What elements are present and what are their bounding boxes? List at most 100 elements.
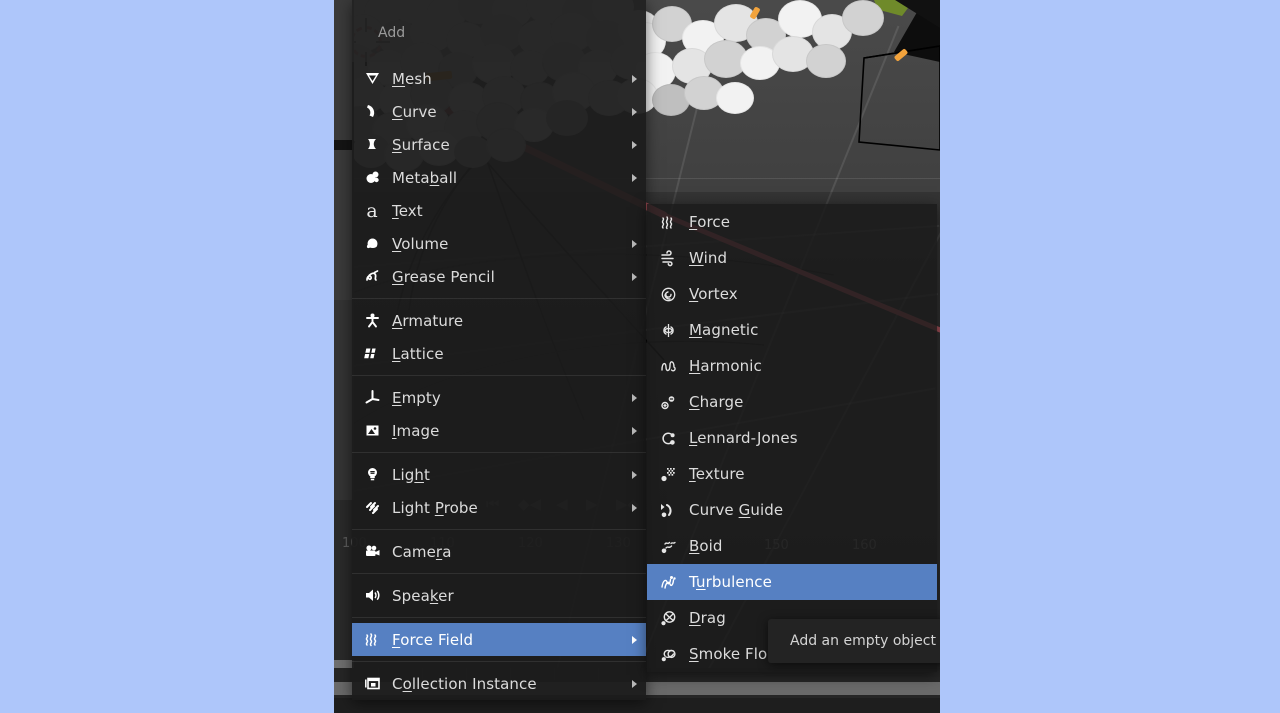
submenu-item-turbulence[interactable]: Turbulence xyxy=(647,564,937,600)
dopesheet-footer xyxy=(334,698,940,713)
menu-item-light-probe[interactable]: Light Probe xyxy=(352,491,646,524)
menu-item-label: Speaker xyxy=(392,586,454,605)
blender-window: 100 110 120 130 150 160 ⏮ ◆◀ ◀ ▶ ▶◆ xyxy=(334,0,940,713)
add-menu[interactable]: Add Mesh Curve Surface Metaball a Text V… xyxy=(352,0,646,700)
menu-item-label: Volume xyxy=(392,234,449,253)
curve-guide-icon xyxy=(647,502,689,519)
light-probe-icon xyxy=(352,499,392,516)
submenu-item-harmonic[interactable]: Harmonic xyxy=(647,348,937,384)
lattice-icon xyxy=(352,345,392,362)
cloud-blob xyxy=(806,44,846,78)
edge-seg xyxy=(334,140,354,150)
add-menu-title: Add xyxy=(378,25,406,41)
submenu-item-label: Magnetic xyxy=(689,321,759,339)
menu-item-armature[interactable]: Armature xyxy=(352,304,646,337)
submenu-item-label: Wind xyxy=(689,249,728,267)
submenu-item-label: Drag xyxy=(689,609,726,627)
force-field-submenu[interactable]: Force Wind Vortex Magnetic Harmonic Char… xyxy=(647,204,937,672)
submenu-item-boid[interactable]: Boid xyxy=(647,528,937,564)
submenu-item-charge[interactable]: Charge xyxy=(647,384,937,420)
screenshot-stage: 100 110 120 130 150 160 ⏮ ◆◀ ◀ ▶ ▶◆ xyxy=(0,0,1280,713)
submenu-item-texture[interactable]: Texture xyxy=(647,456,937,492)
charge-icon xyxy=(647,394,689,411)
menu-item-label: Light xyxy=(392,465,430,484)
wind-icon xyxy=(647,249,689,267)
vortex-icon xyxy=(647,286,689,303)
chevron-right-icon xyxy=(632,426,637,435)
smoke-flow-icon xyxy=(647,646,689,663)
menu-item-collection-instance[interactable]: Collection Instance xyxy=(352,667,646,700)
menu-item-curve[interactable]: Curve xyxy=(352,95,646,128)
menu-item-lattice[interactable]: Lattice xyxy=(352,337,646,370)
submenu-item-lennard-jones[interactable]: Lennard-Jones xyxy=(647,420,937,456)
menu-item-label: Camera xyxy=(392,542,452,561)
submenu-item-curve-guide[interactable]: Curve Guide xyxy=(647,492,937,528)
menu-item-light[interactable]: Light xyxy=(352,458,646,491)
image-icon xyxy=(352,422,392,439)
text-icon: a xyxy=(366,199,378,222)
volume-icon xyxy=(352,235,392,252)
submenu-item-label: Curve Guide xyxy=(689,501,784,519)
submenu-item-label: Vortex xyxy=(689,285,738,303)
chevron-right-icon xyxy=(632,140,637,149)
submenu-item-label: Charge xyxy=(689,393,744,411)
surface-icon xyxy=(352,136,392,153)
chevron-right-icon xyxy=(632,679,637,688)
force-icon xyxy=(647,214,689,231)
chevron-right-icon xyxy=(632,74,637,83)
menu-item-text[interactable]: a Text xyxy=(352,194,646,227)
add-menu-header: Add xyxy=(352,0,646,62)
speaker-icon xyxy=(352,587,392,604)
camera-icon xyxy=(352,543,392,560)
chevron-right-icon xyxy=(632,107,637,116)
submenu-item-magnetic[interactable]: Magnetic xyxy=(647,312,937,348)
menu-item-force-field[interactable]: Force Field xyxy=(352,623,646,656)
menu-item-camera[interactable]: Camera xyxy=(352,535,646,568)
menu-item-label: Text xyxy=(392,201,423,220)
menu-item-mesh[interactable]: Mesh xyxy=(352,62,646,95)
menu-item-label: Mesh xyxy=(392,69,432,88)
menu-item-label: Image xyxy=(392,421,440,440)
menu-item-label: Lattice xyxy=(392,344,444,363)
menu-item-grease-pencil[interactable]: Grease Pencil xyxy=(352,260,646,293)
collection-instance-icon xyxy=(352,675,392,692)
boid-icon xyxy=(647,538,689,555)
menu-separator xyxy=(352,452,646,453)
edge-seg xyxy=(334,0,354,300)
menu-item-label: Light Probe xyxy=(392,498,478,517)
menu-item-label: Grease Pencil xyxy=(392,267,495,286)
menu-item-label: Force Field xyxy=(392,630,474,649)
force-field-icon xyxy=(352,631,392,648)
menu-item-empty[interactable]: Empty xyxy=(352,381,646,414)
submenu-item-force[interactable]: Force xyxy=(647,204,937,240)
menu-item-speaker[interactable]: Speaker xyxy=(352,579,646,612)
menu-item-surface[interactable]: Surface xyxy=(352,128,646,161)
menu-item-volume[interactable]: Volume xyxy=(352,227,646,260)
edge-seg xyxy=(334,300,354,500)
submenu-item-label: Lennard-Jones xyxy=(689,429,798,447)
submenu-item-label: Force xyxy=(689,213,731,231)
submenu-item-label: Turbulence xyxy=(689,573,772,591)
submenu-item-wind[interactable]: Wind xyxy=(647,240,937,276)
menu-item-metaball[interactable]: Metaball xyxy=(352,161,646,194)
chevron-right-icon xyxy=(632,503,637,512)
chevron-right-icon xyxy=(632,393,637,402)
mesh-icon xyxy=(352,70,392,87)
submenu-item-vortex[interactable]: Vortex xyxy=(647,276,937,312)
submenu-item-label: Harmonic xyxy=(689,357,762,375)
metaball-icon xyxy=(352,169,392,186)
tooltip-text: Add an empty object xyxy=(790,633,936,649)
cloud-blob xyxy=(716,82,754,114)
harmonic-icon xyxy=(647,358,689,375)
texture-icon xyxy=(647,466,689,483)
drag-icon xyxy=(647,610,689,627)
chevron-right-icon xyxy=(632,173,637,182)
menu-separator xyxy=(352,529,646,530)
menu-separator xyxy=(352,573,646,574)
chevron-right-icon xyxy=(632,635,637,644)
menu-separator xyxy=(352,298,646,299)
light-bulb-icon xyxy=(352,466,392,483)
menu-item-image[interactable]: Image xyxy=(352,414,646,447)
turbulence-icon xyxy=(647,574,689,591)
menu-separator xyxy=(352,617,646,618)
